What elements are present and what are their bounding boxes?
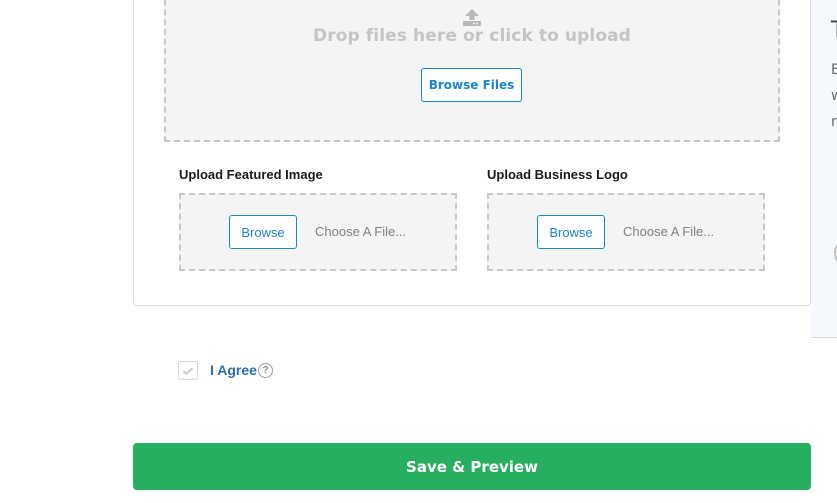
save-preview-button[interactable]: Save & Preview: [133, 443, 811, 490]
featured-image-file-name: Choose A File...: [315, 224, 407, 239]
agree-checkbox[interactable]: [178, 361, 198, 380]
side-panel-text-line: r: [831, 114, 837, 130]
business-logo-file-name: Choose A File...: [623, 224, 715, 239]
featured-image-label: Upload Featured Image: [179, 167, 323, 182]
upload-icon: [463, 9, 481, 26]
featured-image-browse-button[interactable]: Browse: [229, 215, 297, 249]
business-logo-browse-button[interactable]: Browse: [537, 215, 605, 249]
listing-upload-page: Drop files here or click to upload Brows…: [0, 0, 837, 503]
check-icon: [182, 366, 194, 375]
dropzone-text: Drop files here or click to upload: [313, 26, 631, 46]
help-icon[interactable]: ?: [258, 363, 273, 378]
browse-files-button[interactable]: Browse Files: [421, 68, 522, 102]
side-info-panel: T E w r: [811, 0, 837, 338]
business-logo-label: Upload Business Logo: [487, 167, 628, 182]
side-panel-text-line: w: [831, 88, 837, 104]
side-panel-title: T: [831, 18, 837, 43]
agree-label[interactable]: I Agree: [210, 362, 257, 378]
side-panel-text-line: E: [831, 62, 837, 78]
